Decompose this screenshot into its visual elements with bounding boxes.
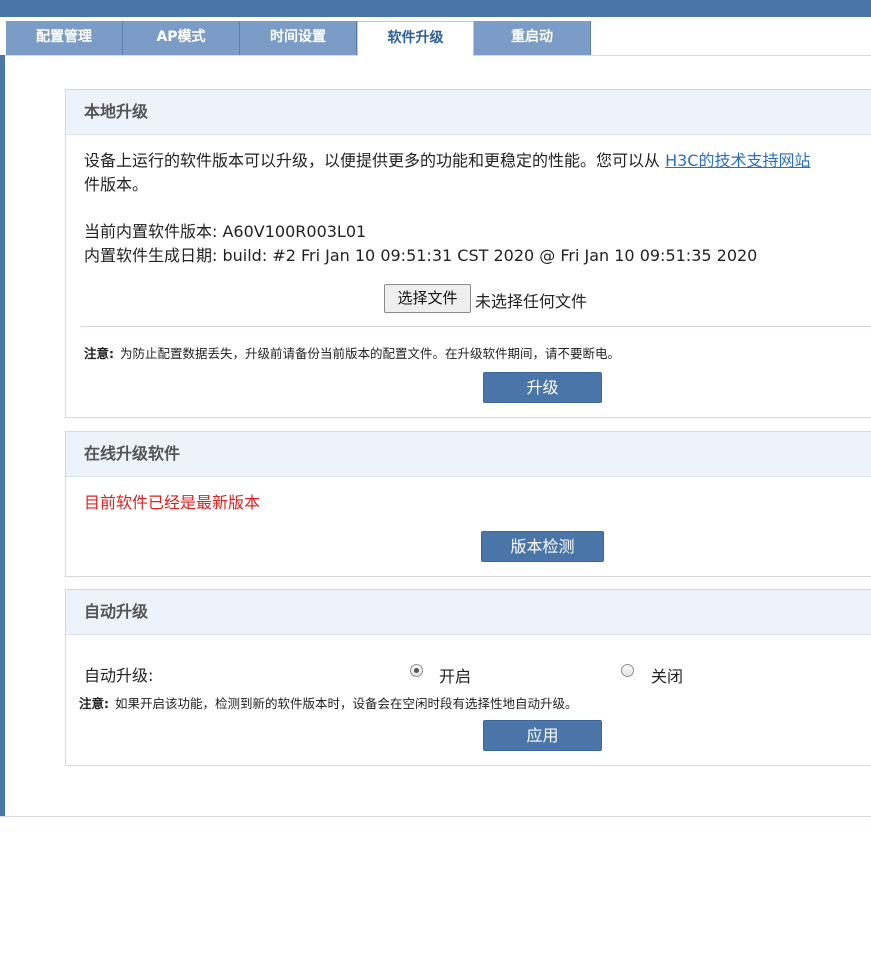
auto-note-label: 注意: — [79, 696, 109, 711]
tab-config-management[interactable]: 配置管理 — [6, 21, 123, 55]
auto-upgrade-panel: 自动升级 自动升级: 开启 关闭 注意: 如果开启该功能，检测到新的软件版本时，设… — [65, 589, 871, 766]
auto-upgrade-note: 注意: 如果开启该功能，检测到新的软件版本时，设备会在空闲时段有选择性地自动升级。 — [79, 693, 578, 712]
local-upgrade-note: 注意: 为防止配置数据丢失，升级前请备份当前版本的配置文件。在升级软件期间，请不要… — [84, 343, 620, 362]
bottom-divider — [0, 816, 871, 817]
online-status-text: 目前软件已经是最新版本 — [84, 493, 261, 512]
left-bar — [0, 55, 5, 817]
auto-upgrade-off-radio[interactable] — [621, 664, 634, 677]
tab-time-settings[interactable]: 时间设置 — [240, 21, 357, 55]
tab-ap-mode[interactable]: AP模式 — [123, 21, 240, 55]
local-upgrade-title: 本地升级 — [66, 90, 871, 135]
local-upgrade-panel: 本地升级 设备上运行的软件版本可以升级，以便提供更多的功能和更稳定的性能。您可以… — [65, 89, 871, 418]
version-check-button[interactable]: 版本检测 — [481, 531, 604, 562]
auto-upgrade-on-label[interactable]: 开启 — [439, 663, 471, 687]
current-version-row: 当前内置软件版本: A60V100R003L01 — [84, 218, 366, 242]
current-version-label: 当前内置软件版本: — [84, 222, 223, 241]
note-label: 注意: — [84, 346, 114, 361]
auto-upgrade-label: 自动升级: — [84, 666, 154, 685]
top-bar — [0, 0, 871, 17]
upgrade-button[interactable]: 升级 — [483, 372, 602, 403]
upgrade-description-text: 设备上运行的软件版本可以升级，以便提供更多的功能和更稳定的性能。您可以从 — [84, 151, 666, 170]
auto-note-text: 如果开启该功能，检测到新的软件版本时，设备会在空闲时段有选择性地自动升级。 — [115, 696, 578, 711]
build-date-label: 内置软件生成日期: — [84, 246, 223, 265]
auto-upgrade-on-radio[interactable] — [410, 664, 423, 677]
apply-button[interactable]: 应用 — [483, 720, 602, 751]
choose-file-button[interactable]: 选择文件 — [384, 284, 471, 313]
auto-upgrade-title: 自动升级 — [66, 590, 871, 635]
h3c-support-link[interactable]: H3C的技术支持网站 — [665, 151, 810, 170]
online-upgrade-title: 在线升级软件 — [66, 432, 871, 477]
tab-bar: 配置管理 AP模式 时间设置 软件升级 重启动 — [0, 17, 871, 56]
upgrade-description: 设备上运行的软件版本可以升级，以便提供更多的功能和更稳定的性能。您可以从 H3C… — [84, 147, 810, 171]
tab-reboot[interactable]: 重启动 — [474, 21, 591, 55]
divider — [81, 326, 871, 327]
build-date-row: 内置软件生成日期: build: #2 Fri Jan 10 09:51:31 … — [84, 242, 757, 266]
online-upgrade-panel: 在线升级软件 目前软件已经是最新版本 版本检测 — [65, 431, 871, 577]
no-file-selected-text: 未选择任何文件 — [475, 292, 588, 311]
upgrade-description-continued: 件版本。 — [84, 175, 149, 194]
tab-software-upgrade[interactable]: 软件升级 — [357, 21, 474, 56]
build-date-value: build: #2 Fri Jan 10 09:51:31 CST 2020 @… — [222, 246, 758, 265]
current-version-value: A60V100R003L01 — [222, 222, 367, 241]
note-text: 为防止配置数据丢失，升级前请备份当前版本的配置文件。在升级软件期间，请不要断电。 — [120, 346, 621, 361]
auto-upgrade-off-label[interactable]: 关闭 — [651, 663, 683, 687]
